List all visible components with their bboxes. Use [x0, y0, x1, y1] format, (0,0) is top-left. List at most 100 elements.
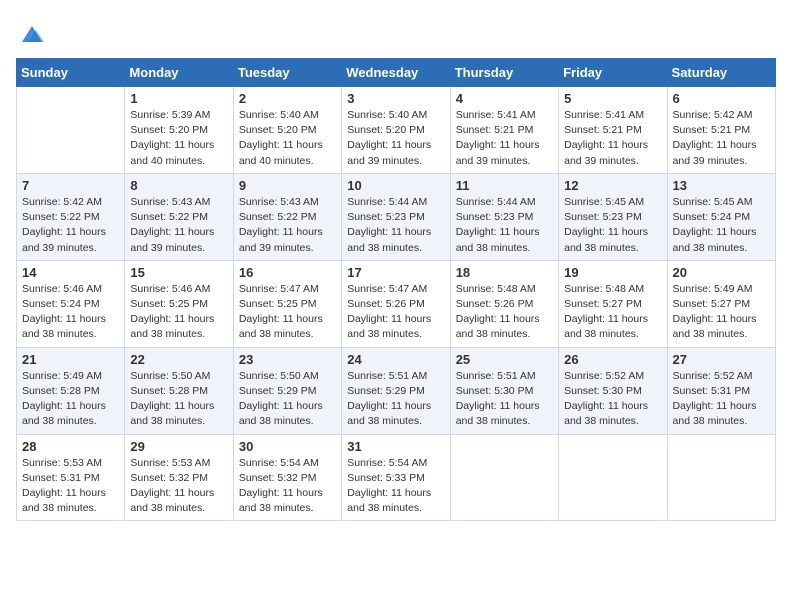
calendar-cell: 18 Sunrise: 5:48 AMSunset: 5:26 PMDayligh…	[450, 260, 558, 347]
calendar-cell: 20Sunrise: 5:49 AMSunset: 5:27 PMDayligh…	[667, 260, 775, 347]
header-row: SundayMondayTuesdayWednesdayThursdayFrid…	[17, 59, 776, 87]
day-info: Sunrise: 5:41 AMSunset: 5:21 PMDaylight:…	[456, 108, 553, 169]
day-number: 23	[239, 352, 336, 367]
day-number: 11	[456, 178, 553, 193]
day-number: 3	[347, 91, 444, 106]
week-row-4: 21 Sunrise: 5:49 AMSunset: 5:28 PMDayligh…	[17, 347, 776, 434]
day-number: 27	[673, 352, 770, 367]
day-number: 7	[22, 178, 119, 193]
week-row-3: 14 Sunrise: 5:46 AMSunset: 5:24 PMDayligh…	[17, 260, 776, 347]
header-cell-tuesday: Tuesday	[233, 59, 341, 87]
day-info: Sunrise: 5:53 AMSunset: 5:31 PMDaylight:…	[22, 456, 119, 517]
calendar-cell: 14 Sunrise: 5:46 AMSunset: 5:24 PMDayligh…	[17, 260, 125, 347]
day-info: Sunrise: 5:49 AMSunset: 5:28 PMDaylight:…	[22, 369, 119, 430]
calendar-cell: 6Sunrise: 5:42 AMSunset: 5:21 PMDaylight…	[667, 87, 775, 174]
day-info: Sunrise: 5:47 AMSunset: 5:25 PMDaylight:…	[239, 282, 336, 343]
day-number: 21	[22, 352, 119, 367]
day-info: Sunrise: 5:44 AMSunset: 5:23 PMDaylight:…	[347, 195, 444, 256]
day-info: Sunrise: 5:41 AMSunset: 5:21 PMDaylight:…	[564, 108, 661, 169]
day-number: 2	[239, 91, 336, 106]
calendar-cell: 8 Sunrise: 5:43 AMSunset: 5:22 PMDaylight…	[125, 173, 233, 260]
calendar-cell: 9 Sunrise: 5:43 AMSunset: 5:22 PMDaylight…	[233, 173, 341, 260]
header-cell-monday: Monday	[125, 59, 233, 87]
day-info: Sunrise: 5:52 AMSunset: 5:30 PMDaylight:…	[564, 369, 661, 430]
calendar-cell: 11Sunrise: 5:44 AMSunset: 5:23 PMDayligh…	[450, 173, 558, 260]
day-number: 10	[347, 178, 444, 193]
day-number: 31	[347, 439, 444, 454]
day-info: Sunrise: 5:54 AMSunset: 5:32 PMDaylight:…	[239, 456, 336, 517]
day-info: Sunrise: 5:48 AMSunset: 5:26 PMDaylight:…	[456, 282, 553, 343]
day-number: 28	[22, 439, 119, 454]
logo-icon	[18, 20, 46, 48]
day-info: Sunrise: 5:52 AMSunset: 5:31 PMDaylight:…	[673, 369, 770, 430]
day-info: Sunrise: 5:54 AMSunset: 5:33 PMDaylight:…	[347, 456, 444, 517]
calendar-cell: 5 Sunrise: 5:41 AMSunset: 5:21 PMDaylight…	[559, 87, 667, 174]
calendar-cell: 22Sunrise: 5:50 AMSunset: 5:28 PMDayligh…	[125, 347, 233, 434]
calendar-cell	[17, 87, 125, 174]
day-info: Sunrise: 5:53 AMSunset: 5:32 PMDaylight:…	[130, 456, 227, 517]
header-cell-wednesday: Wednesday	[342, 59, 450, 87]
day-info: Sunrise: 5:46 AMSunset: 5:24 PMDaylight:…	[22, 282, 119, 343]
day-info: Sunrise: 5:45 AMSunset: 5:23 PMDaylight:…	[564, 195, 661, 256]
calendar-cell: 13 Sunrise: 5:45 AMSunset: 5:24 PMDayligh…	[667, 173, 775, 260]
day-number: 16	[239, 265, 336, 280]
day-info: Sunrise: 5:46 AMSunset: 5:25 PMDaylight:…	[130, 282, 227, 343]
week-row-5: 28 Sunrise: 5:53 AMSunset: 5:31 PMDayligh…	[17, 434, 776, 521]
calendar-cell: 10 Sunrise: 5:44 AMSunset: 5:23 PMDayligh…	[342, 173, 450, 260]
day-number: 25	[456, 352, 553, 367]
calendar-table: SundayMondayTuesdayWednesdayThursdayFrid…	[16, 58, 776, 521]
day-number: 13	[673, 178, 770, 193]
week-row-1: 1Sunrise: 5:39 AMSunset: 5:20 PMDaylight…	[17, 87, 776, 174]
day-number: 12	[564, 178, 661, 193]
day-info: Sunrise: 5:45 AMSunset: 5:24 PMDaylight:…	[673, 195, 770, 256]
calendar-cell: 27 Sunrise: 5:52 AMSunset: 5:31 PMDayligh…	[667, 347, 775, 434]
day-number: 1	[130, 91, 227, 106]
day-info: Sunrise: 5:50 AMSunset: 5:29 PMDaylight:…	[239, 369, 336, 430]
day-info: Sunrise: 5:43 AMSunset: 5:22 PMDaylight:…	[130, 195, 227, 256]
header-cell-saturday: Saturday	[667, 59, 775, 87]
calendar-cell: 2 Sunrise: 5:40 AMSunset: 5:20 PMDaylight…	[233, 87, 341, 174]
header-cell-thursday: Thursday	[450, 59, 558, 87]
calendar-cell: 19 Sunrise: 5:48 AMSunset: 5:27 PMDayligh…	[559, 260, 667, 347]
calendar-cell: 3 Sunrise: 5:40 AMSunset: 5:20 PMDaylight…	[342, 87, 450, 174]
calendar-cell: 7 Sunrise: 5:42 AMSunset: 5:22 PMDaylight…	[17, 173, 125, 260]
calendar-header: SundayMondayTuesdayWednesdayThursdayFrid…	[17, 59, 776, 87]
calendar-cell: 24Sunrise: 5:51 AMSunset: 5:29 PMDayligh…	[342, 347, 450, 434]
day-info: Sunrise: 5:51 AMSunset: 5:30 PMDaylight:…	[456, 369, 553, 430]
header	[16, 16, 776, 48]
calendar-cell: 23 Sunrise: 5:50 AMSunset: 5:29 PMDayligh…	[233, 347, 341, 434]
day-number: 9	[239, 178, 336, 193]
calendar-cell: 17 Sunrise: 5:47 AMSunset: 5:26 PMDayligh…	[342, 260, 450, 347]
day-number: 8	[130, 178, 227, 193]
day-number: 5	[564, 91, 661, 106]
calendar-cell: 31 Sunrise: 5:54 AMSunset: 5:33 PMDayligh…	[342, 434, 450, 521]
week-row-2: 7 Sunrise: 5:42 AMSunset: 5:22 PMDaylight…	[17, 173, 776, 260]
day-info: Sunrise: 5:40 AMSunset: 5:20 PMDaylight:…	[347, 108, 444, 169]
day-info: Sunrise: 5:43 AMSunset: 5:22 PMDaylight:…	[239, 195, 336, 256]
day-info: Sunrise: 5:40 AMSunset: 5:20 PMDaylight:…	[239, 108, 336, 169]
calendar-cell: 30Sunrise: 5:54 AMSunset: 5:32 PMDayligh…	[233, 434, 341, 521]
day-info: Sunrise: 5:42 AMSunset: 5:22 PMDaylight:…	[22, 195, 119, 256]
logo	[16, 20, 46, 48]
calendar-cell: 25 Sunrise: 5:51 AMSunset: 5:30 PMDayligh…	[450, 347, 558, 434]
day-info: Sunrise: 5:42 AMSunset: 5:21 PMDaylight:…	[673, 108, 770, 169]
day-number: 18	[456, 265, 553, 280]
day-number: 22	[130, 352, 227, 367]
day-number: 15	[130, 265, 227, 280]
calendar-cell: 16 Sunrise: 5:47 AMSunset: 5:25 PMDayligh…	[233, 260, 341, 347]
day-number: 17	[347, 265, 444, 280]
calendar-cell: 29 Sunrise: 5:53 AMSunset: 5:32 PMDayligh…	[125, 434, 233, 521]
header-cell-sunday: Sunday	[17, 59, 125, 87]
day-number: 29	[130, 439, 227, 454]
day-number: 14	[22, 265, 119, 280]
calendar-cell	[667, 434, 775, 521]
day-number: 4	[456, 91, 553, 106]
day-info: Sunrise: 5:47 AMSunset: 5:26 PMDaylight:…	[347, 282, 444, 343]
day-info: Sunrise: 5:48 AMSunset: 5:27 PMDaylight:…	[564, 282, 661, 343]
day-number: 19	[564, 265, 661, 280]
day-number: 26	[564, 352, 661, 367]
header-cell-friday: Friday	[559, 59, 667, 87]
day-number: 24	[347, 352, 444, 367]
calendar-cell: 26 Sunrise: 5:52 AMSunset: 5:30 PMDayligh…	[559, 347, 667, 434]
calendar-body: 1Sunrise: 5:39 AMSunset: 5:20 PMDaylight…	[17, 87, 776, 521]
